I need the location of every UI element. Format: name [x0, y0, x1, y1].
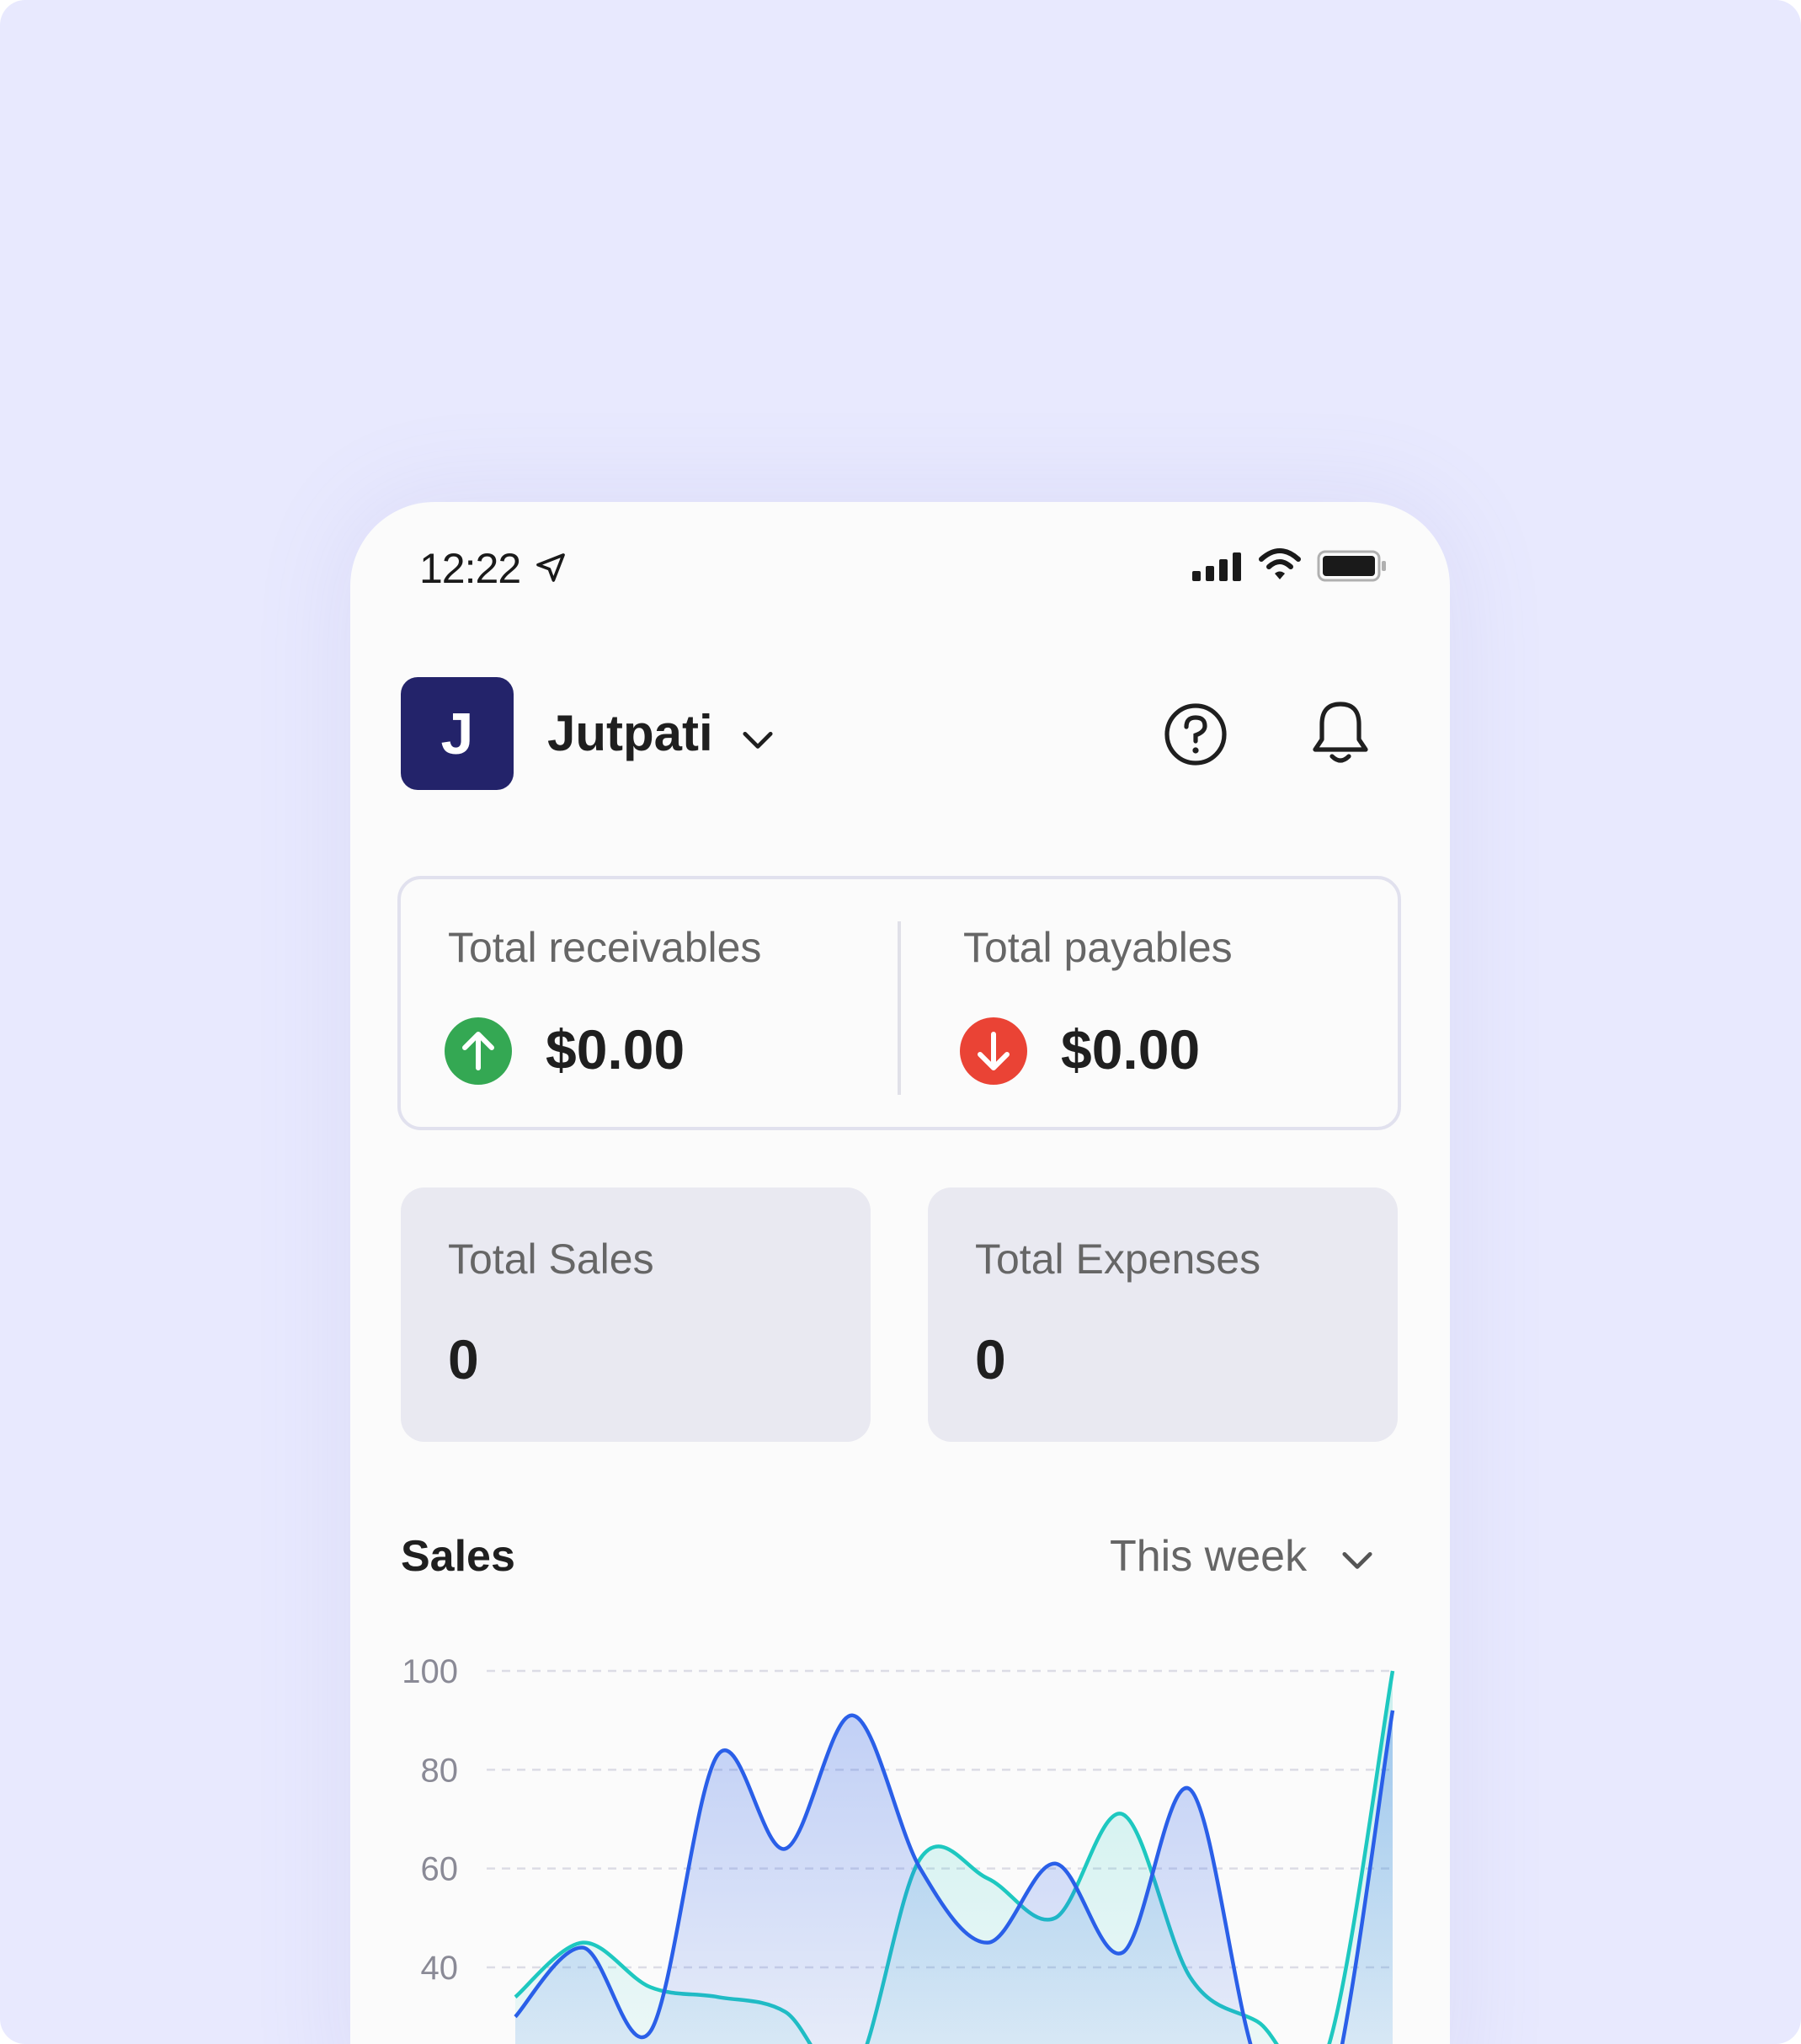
cellular-signal-icon: [1192, 552, 1241, 581]
y-tick-label: 60: [421, 1851, 459, 1888]
total-expenses-value: 0: [975, 1328, 1006, 1390]
battery-icon: [1317, 550, 1386, 582]
receivables-value: $0.00: [546, 1018, 685, 1081]
total-expenses-card[interactable]: Total Expenses 0: [928, 1187, 1398, 1442]
total-sales-label: Total Sales: [448, 1235, 654, 1283]
chevron-down-icon[interactable]: [736, 719, 780, 763]
summary-card: Total receivables $0.00 Total payables $…: [397, 876, 1401, 1130]
payables-value: $0.00: [1061, 1018, 1201, 1081]
org-avatar[interactable]: J: [401, 677, 514, 790]
background: 12:22 J Jutpati Total receivables $0.00 …: [0, 0, 1801, 2044]
range-selector[interactable]: This week: [1110, 1531, 1307, 1582]
phone-screen: 12:22 J Jutpati Total receivables $0.00 …: [350, 502, 1450, 2044]
arrow-up-icon: [445, 1017, 512, 1085]
arrow-down-icon: [960, 1017, 1027, 1085]
org-name[interactable]: Jutpati: [547, 704, 713, 762]
receivables-label: Total receivables: [448, 924, 762, 971]
wifi-icon: [1259, 548, 1301, 579]
y-tick-label: 80: [421, 1752, 459, 1789]
y-tick-label: 100: [402, 1653, 458, 1690]
summary-divider: [898, 921, 901, 1095]
location-arrow-icon: [536, 553, 565, 582]
status-time: 12:22: [419, 545, 521, 592]
y-tick-label: 40: [421, 1950, 459, 1987]
help-icon[interactable]: [1162, 701, 1229, 768]
chevron-down-icon[interactable]: [1335, 1540, 1379, 1583]
sales-title: Sales: [401, 1532, 515, 1581]
bell-icon[interactable]: [1307, 697, 1374, 768]
total-sales-card[interactable]: Total Sales 0: [401, 1187, 871, 1442]
sales-chart: 100 80 60 40: [402, 1653, 1395, 2044]
total-expenses-label: Total Expenses: [975, 1235, 1261, 1283]
total-sales-value: 0: [448, 1328, 479, 1390]
payables-label: Total payables: [963, 924, 1233, 971]
